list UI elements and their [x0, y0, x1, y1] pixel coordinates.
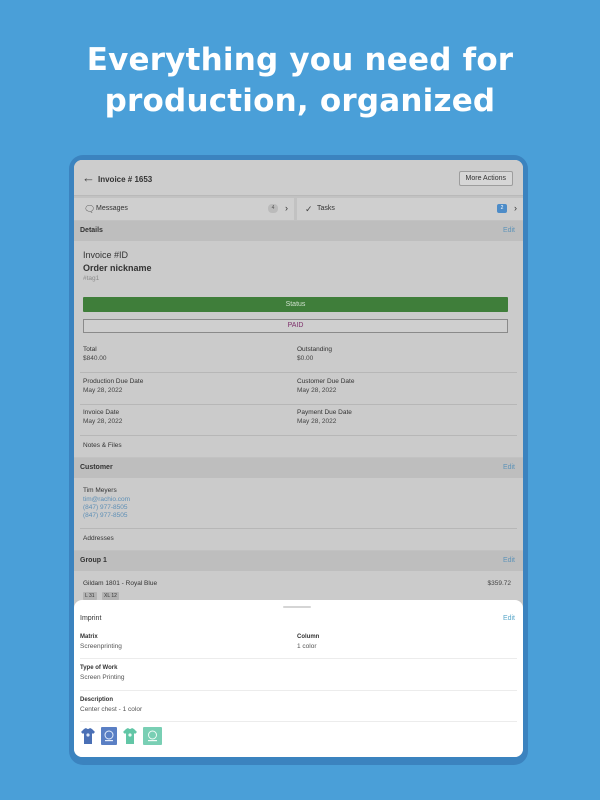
group-block: Gildam 1801 - Royal Blue $359.72 L 31 XL…: [74, 571, 523, 600]
divider: [80, 372, 517, 373]
imprint-title: Imprint: [80, 615, 102, 622]
invoice-id: Invoice #ID: [83, 250, 129, 260]
tasks-count-badge: 2: [497, 204, 507, 213]
messages-label: Messages: [96, 205, 128, 212]
group-title: Group 1: [80, 557, 107, 564]
divider: [80, 658, 517, 659]
app-screen: ← Invoice # 1653 More Actions 🗨 Messages…: [74, 160, 523, 757]
description-value: Center chest - 1 color: [80, 706, 143, 713]
imprint-edit-link[interactable]: Edit: [503, 615, 515, 622]
outstanding-label: Outstanding: [297, 346, 333, 353]
divider: [80, 435, 517, 436]
messages-tab[interactable]: 🗨 Messages 4 ›: [74, 198, 294, 220]
divider: [80, 404, 517, 405]
invoice-title: Invoice # 1653: [98, 175, 153, 184]
invoice-date-label: Invoice Date: [83, 409, 120, 416]
matrix-value: Screenprinting: [80, 643, 122, 650]
column-label: Column: [297, 634, 320, 640]
details-title: Details: [80, 227, 103, 234]
divider: [80, 721, 517, 722]
customer-section-header: Customer Edit: [74, 458, 523, 478]
size-chip: XL 12: [102, 592, 119, 600]
notes-files-link[interactable]: Notes & Files: [83, 442, 122, 449]
customer-title: Customer: [80, 464, 113, 471]
customer-phone-1[interactable]: (847) 977-8505: [83, 504, 127, 511]
customer-phone-2[interactable]: (847) 977-8505: [83, 512, 127, 519]
invoice-date-value: May 28, 2022: [83, 418, 123, 425]
teal-shirt-mockup-icon[interactable]: [122, 727, 138, 745]
paid-status-badge[interactable]: PAID: [83, 319, 508, 333]
back-arrow-icon[interactable]: ←: [82, 170, 95, 185]
imprint-bottom-sheet: Imprint Edit Matrix Screenprinting Colum…: [74, 600, 523, 757]
headline: Everything you need for production, orga…: [0, 40, 600, 122]
type-of-work-label: Type of Work: [80, 665, 118, 671]
production-due-label: Production Due Date: [83, 378, 144, 385]
blue-logo-artwork-icon[interactable]: [101, 727, 117, 745]
matrix-label: Matrix: [80, 634, 98, 640]
total-value: $840.00: [83, 355, 107, 362]
order-nickname: Order nickname: [83, 263, 152, 273]
production-due-value: May 28, 2022: [83, 387, 123, 394]
tasks-label: Tasks: [317, 205, 335, 212]
dimmed-invoice-view: ← Invoice # 1653 More Actions 🗨 Messages…: [74, 160, 523, 600]
details-edit-link[interactable]: Edit: [503, 227, 515, 234]
checkmark-icon: ✓: [305, 204, 313, 214]
description-label: Description: [80, 697, 114, 703]
customer-name: Tim Meyers: [83, 487, 117, 494]
more-actions-button[interactable]: More Actions: [458, 171, 513, 186]
group-section-header: Group 1 Edit: [74, 551, 523, 571]
line-item-price: $359.72: [487, 580, 512, 587]
payment-due-label: Payment Due Date: [297, 409, 352, 416]
divider: [80, 528, 517, 529]
payment-due-value: May 28, 2022: [297, 418, 337, 425]
chevron-right-icon: ›: [285, 203, 288, 213]
line-item-name: Gildam 1801 - Royal Blue: [83, 580, 158, 587]
details-block: Invoice #ID Order nickname #tag1 Status …: [74, 241, 523, 457]
customer-due-value: May 28, 2022: [297, 387, 337, 394]
column-value: 1 color: [297, 643, 317, 650]
messages-count-badge: 4: [268, 204, 278, 213]
details-section-header: Details Edit: [74, 221, 523, 241]
headline-line-1: Everything you need for: [86, 42, 514, 78]
size-chip: L 31: [83, 592, 97, 600]
tab-row: 🗨 Messages 4 › ✓ Tasks 2 ›: [74, 198, 523, 220]
type-of-work-value: Screen Printing: [80, 674, 125, 681]
outstanding-value: $0.00: [297, 355, 314, 362]
teal-logo-artwork-icon[interactable]: [143, 727, 162, 745]
customer-edit-link[interactable]: Edit: [503, 464, 515, 471]
customer-email[interactable]: tim@rachio.com: [83, 496, 130, 503]
order-tag: #tag1: [83, 275, 100, 282]
sheet-drag-handle[interactable]: [283, 606, 311, 608]
group-edit-link[interactable]: Edit: [503, 557, 515, 564]
total-label: Total: [83, 346, 97, 353]
headline-line-2: production, organized: [104, 83, 496, 119]
divider: [80, 690, 517, 691]
top-bar: ← Invoice # 1653 More Actions: [74, 160, 523, 196]
customer-due-label: Customer Due Date: [297, 378, 355, 385]
customer-block: Tim Meyers tim@rachio.com (847) 977-8505…: [74, 478, 523, 550]
tasks-tab[interactable]: ✓ Tasks 2 ›: [297, 198, 523, 220]
addresses-link[interactable]: Addresses: [83, 535, 114, 542]
chat-bubbles-icon: 🗨: [84, 204, 96, 214]
chevron-right-icon: ›: [514, 203, 517, 213]
blue-shirt-mockup-icon[interactable]: [80, 727, 96, 745]
status-button[interactable]: Status: [83, 297, 508, 312]
